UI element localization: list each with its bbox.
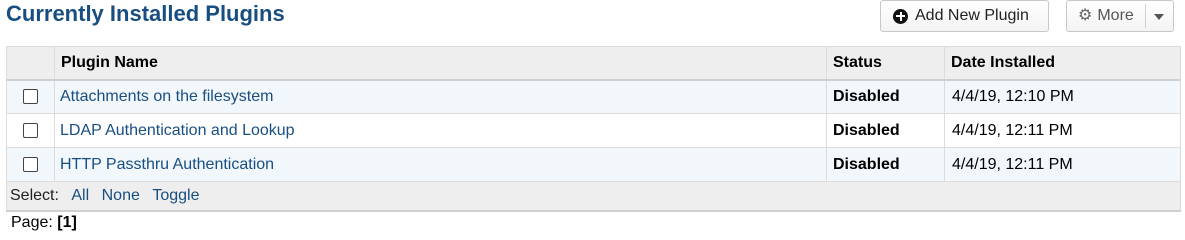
status-cell: Disabled: [826, 79, 945, 114]
table-header-row: Plugin Name Status Date Installed: [6, 46, 1181, 81]
pagination: Page: [1]: [11, 214, 77, 232]
row-checkbox[interactable]: [23, 122, 38, 138]
date-cell: 4/4/19, 12:11 PM: [944, 113, 1181, 148]
plugin-link[interactable]: Attachments on the filesystem: [60, 88, 273, 105]
plugin-link[interactable]: LDAP Authentication and Lookup: [60, 122, 295, 139]
select-controls: Select: All None Toggle: [6, 181, 1181, 212]
select-toggle-link[interactable]: Toggle: [152, 187, 199, 204]
plugin-name-cell: HTTP Passthru Authentication: [54, 147, 827, 182]
date-cell: 4/4/19, 12:11 PM: [944, 147, 1181, 182]
column-header-status[interactable]: Status: [826, 46, 945, 81]
button-divider: [1145, 4, 1146, 28]
checkbox-column-header: [6, 46, 55, 81]
table-footer-row: Select: All None Toggle: [6, 181, 1181, 212]
current-page: [1]: [57, 214, 77, 231]
table-row: LDAP Authentication and Lookup Disabled …: [6, 113, 1181, 148]
plugin-name-cell: LDAP Authentication and Lookup: [54, 113, 827, 148]
row-checkbox-cell: [6, 147, 55, 182]
status-cell: Disabled: [826, 147, 945, 182]
plugin-name-cell: Attachments on the filesystem: [54, 79, 827, 114]
select-none-link[interactable]: None: [102, 187, 140, 204]
more-label: More: [1097, 7, 1134, 24]
column-header-plugin-name[interactable]: Plugin Name: [54, 46, 827, 81]
page-label: Page:: [11, 214, 53, 231]
plugin-link[interactable]: HTTP Passthru Authentication: [60, 156, 274, 173]
select-label: Select:: [10, 186, 59, 204]
column-header-date-installed[interactable]: Date Installed: [944, 46, 1181, 81]
table-row: HTTP Passthru Authentication Disabled 4/…: [6, 147, 1181, 182]
plugins-table: Plugin Name Status Date Installed Attach…: [6, 46, 1181, 212]
chevron-down-icon[interactable]: [1154, 14, 1164, 20]
plus-circle-icon: [893, 8, 908, 24]
date-cell: 4/4/19, 12:10 PM: [944, 79, 1181, 114]
row-checkbox[interactable]: [23, 89, 38, 105]
status-cell: Disabled: [826, 113, 945, 148]
row-checkbox-cell: [6, 113, 55, 148]
table-row: Attachments on the filesystem Disabled 4…: [6, 79, 1181, 114]
plugins-page: Currently Installed Plugins Add New Plug…: [0, 0, 1185, 236]
row-checkbox[interactable]: [23, 156, 38, 172]
more-button[interactable]: ⚙ More: [1066, 0, 1174, 32]
gear-icon: ⚙: [1078, 7, 1093, 24]
page-title: Currently Installed Plugins: [6, 1, 285, 26]
add-new-plugin-button[interactable]: Add New Plugin: [880, 0, 1049, 32]
select-all-link[interactable]: All: [71, 187, 89, 204]
row-checkbox-cell: [6, 79, 55, 114]
add-new-plugin-label: Add New Plugin: [915, 7, 1029, 24]
